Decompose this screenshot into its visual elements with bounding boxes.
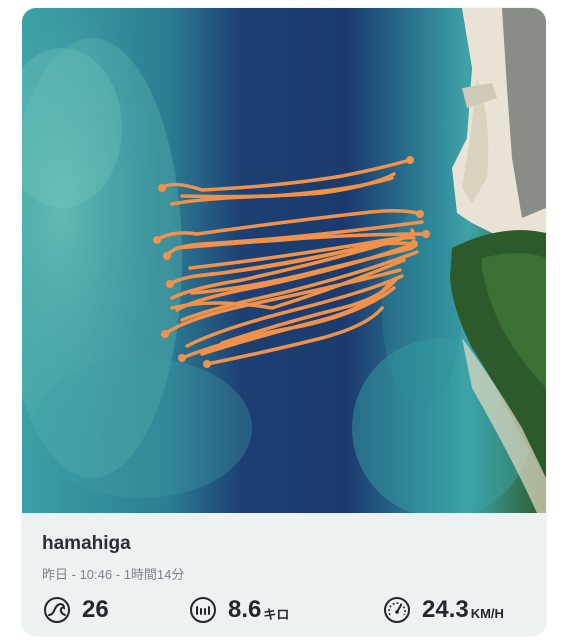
- session-info-panel: hamahiga 昨日 - 10:46 - 1時間14分 26 8.6 キロ 2…: [22, 513, 546, 636]
- session-date: 昨日: [42, 567, 69, 582]
- waves-value: 26: [82, 596, 109, 623]
- speed-value: 24.3: [422, 596, 469, 623]
- distance-value: 8.6: [228, 596, 262, 623]
- session-time: 10:46: [79, 567, 113, 582]
- speed-unit: KM/H: [470, 605, 504, 621]
- ruler-icon: [188, 595, 218, 625]
- stat-speed: 24.3 KM/H: [382, 593, 504, 627]
- session-datetime: 昨日 - 10:46 - 1時間14分: [42, 567, 185, 582]
- stat-waves: 26: [42, 593, 109, 627]
- session-card[interactable]: hamahiga 昨日 - 10:46 - 1時間14分 26 8.6 キロ 2…: [22, 8, 546, 636]
- spot-name: hamahiga: [42, 533, 131, 554]
- stat-distance: 8.6 キロ: [188, 593, 289, 627]
- session-duration: 1時間14分: [123, 567, 185, 582]
- speedometer-icon: [382, 595, 412, 625]
- session-map[interactable]: [22, 8, 546, 513]
- distance-unit: キロ: [263, 606, 290, 622]
- satellite-map-image: [22, 8, 546, 513]
- wave-icon: [42, 595, 72, 625]
